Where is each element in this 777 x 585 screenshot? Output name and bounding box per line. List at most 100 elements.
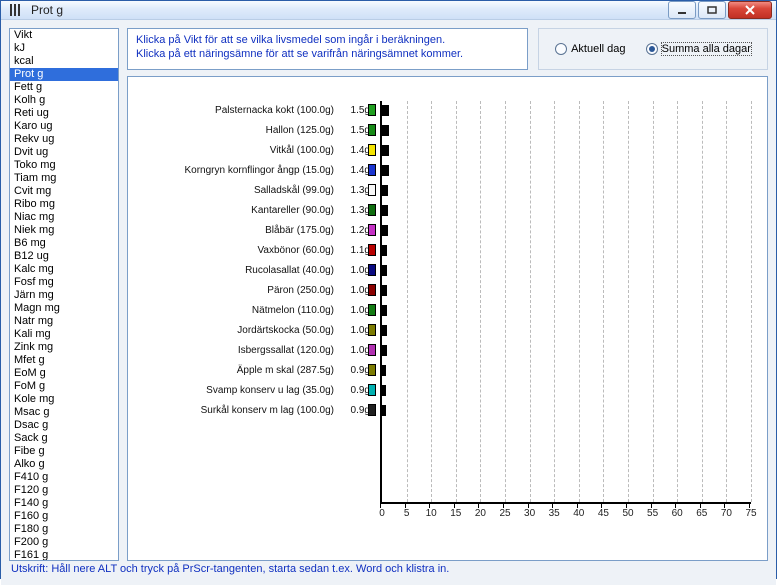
bar <box>382 225 388 236</box>
list-item[interactable]: Karo ug <box>10 120 118 133</box>
legend-swatch-icon <box>368 144 376 156</box>
bar-row: Surkål konserv m lag (100.0g)0.9g <box>140 401 751 419</box>
list-item[interactable]: Kalc mg <box>10 263 118 276</box>
list-item[interactable]: Magn mg <box>10 302 118 315</box>
chart-bars: Palsternacka kokt (100.0g)1.5gHallon (12… <box>140 101 751 502</box>
x-tick-label: 65 <box>696 508 707 519</box>
list-item[interactable]: Tiam mg <box>10 172 118 185</box>
list-item[interactable]: Fibe g <box>10 445 118 458</box>
bar-row: Kantareller (90.0g)1.3g <box>140 201 751 219</box>
bar-label: Vitkål (100.0g) <box>140 145 334 156</box>
list-item[interactable]: Sack g <box>10 432 118 445</box>
bar <box>382 245 387 256</box>
bar-label: Blåbär (175.0g) <box>140 225 334 236</box>
list-item[interactable]: Mfet g <box>10 354 118 367</box>
maximize-button[interactable] <box>698 1 726 19</box>
list-item[interactable]: Prot g <box>10 68 118 81</box>
x-tick-label: 20 <box>475 508 486 519</box>
list-item[interactable]: Dvit ug <box>10 146 118 159</box>
app-icon <box>9 2 25 18</box>
bar-label: Päron (250.0g) <box>140 285 334 296</box>
bar-row: Jordärtskocka (50.0g)1.0g <box>140 321 751 339</box>
list-item[interactable]: Kolh g <box>10 94 118 107</box>
list-item[interactable]: Dsac g <box>10 419 118 432</box>
list-item[interactable]: kcal <box>10 55 118 68</box>
list-item[interactable]: Rekv ug <box>10 133 118 146</box>
list-item[interactable]: Zink mg <box>10 341 118 354</box>
close-button[interactable] <box>728 1 772 19</box>
list-item[interactable]: Niac mg <box>10 211 118 224</box>
bar-row: Rucolasallat (40.0g)1.0g <box>140 261 751 279</box>
radio-summa-alla-dagar[interactable]: Summa alla dagar <box>646 43 751 55</box>
list-item[interactable]: F200 g <box>10 536 118 549</box>
radio-dot-icon <box>555 43 567 55</box>
list-item[interactable]: B6 mg <box>10 237 118 250</box>
list-item[interactable]: Toko mg <box>10 159 118 172</box>
list-item[interactable]: F120 g <box>10 484 118 497</box>
list-item[interactable]: Fett g <box>10 81 118 94</box>
nutrient-list-panel: ViktkJkcalProt gFett gKolh gReti ugKaro … <box>9 28 119 561</box>
minimize-button[interactable] <box>668 1 696 19</box>
bar-label: Jordärtskocka (50.0g) <box>140 325 334 336</box>
list-item[interactable]: kJ <box>10 42 118 55</box>
bar-label: Rucolasallat (40.0g) <box>140 265 334 276</box>
bar-row: Korngryn kornflingor ångp (15.0g)1.4g <box>140 161 751 179</box>
list-item[interactable]: Cvit mg <box>10 185 118 198</box>
list-item[interactable]: Reti ug <box>10 107 118 120</box>
day-mode-radios: Aktuell dag Summa alla dagar <box>538 28 768 70</box>
bar-label: Surkål konserv m lag (100.0g) <box>140 405 334 416</box>
list-item[interactable]: F410 g <box>10 471 118 484</box>
list-item[interactable]: EoM g <box>10 367 118 380</box>
bar <box>382 385 386 396</box>
bar-row: Päron (250.0g)1.0g <box>140 281 751 299</box>
list-item[interactable]: Niek mg <box>10 224 118 237</box>
bar <box>382 365 386 376</box>
list-item[interactable]: Natr mg <box>10 315 118 328</box>
bar-label: Kantareller (90.0g) <box>140 205 334 216</box>
list-item[interactable]: F160 g <box>10 510 118 523</box>
list-item[interactable]: F140 g <box>10 497 118 510</box>
app-window: Prot g ViktkJkcalProt gFett gKolh gReti … <box>0 0 777 579</box>
legend-swatch-icon <box>368 344 376 356</box>
x-tick-label: 10 <box>426 508 437 519</box>
list-item[interactable]: Fosf mg <box>10 276 118 289</box>
bar <box>382 165 389 176</box>
x-tick-label: 25 <box>499 508 510 519</box>
legend-swatch-icon <box>368 184 376 196</box>
bar-label: Vaxbönor (60.0g) <box>140 245 334 256</box>
list-item[interactable]: Järn mg <box>10 289 118 302</box>
list-item[interactable]: F161 g <box>10 549 118 560</box>
legend-swatch-icon <box>368 364 376 376</box>
instructions-box: Klicka på Vikt för att se vilka livsmede… <box>127 28 528 70</box>
list-item[interactable]: Kole mg <box>10 393 118 406</box>
x-tick-label: 35 <box>549 508 560 519</box>
x-tick-label: 15 <box>450 508 461 519</box>
legend-swatch-icon <box>368 224 376 236</box>
list-item[interactable]: Vikt <box>10 29 118 42</box>
chart-x-ticks: 051015202530354045505560657075 <box>382 508 751 522</box>
list-item[interactable]: Alko g <box>10 458 118 471</box>
instructions-line1: Klicka på Vikt för att se vilka livsmede… <box>136 33 519 47</box>
nutrient-listbox[interactable]: ViktkJkcalProt gFett gKolh gReti ugKaro … <box>9 28 119 561</box>
bar-row: Svamp konserv u lag (35.0g)0.9g <box>140 381 751 399</box>
list-item[interactable]: F180 g <box>10 523 118 536</box>
bar-row: Isbergssallat (120.0g)1.0g <box>140 341 751 359</box>
bar <box>382 405 386 416</box>
list-item[interactable]: FoM g <box>10 380 118 393</box>
list-item[interactable]: B12 ug <box>10 250 118 263</box>
bar <box>382 325 387 336</box>
bar-row: Blåbär (175.0g)1.2g <box>140 221 751 239</box>
bar <box>382 265 387 276</box>
list-item[interactable]: Ribo mg <box>10 198 118 211</box>
list-item[interactable]: Msac g <box>10 406 118 419</box>
bar <box>382 105 389 116</box>
list-item[interactable]: Kali mg <box>10 328 118 341</box>
legend-swatch-icon <box>368 404 376 416</box>
x-tick-label: 45 <box>598 508 609 519</box>
radio-aktuell-dag[interactable]: Aktuell dag <box>555 43 625 55</box>
x-tick-label: 5 <box>404 508 410 519</box>
legend-swatch-icon <box>368 204 376 216</box>
bar-label: Korngryn kornflingor ångp (15.0g) <box>140 165 334 176</box>
bar-row: Palsternacka kokt (100.0g)1.5g <box>140 101 751 119</box>
client-area: ViktkJkcalProt gFett gKolh gReti ugKaro … <box>1 20 776 585</box>
